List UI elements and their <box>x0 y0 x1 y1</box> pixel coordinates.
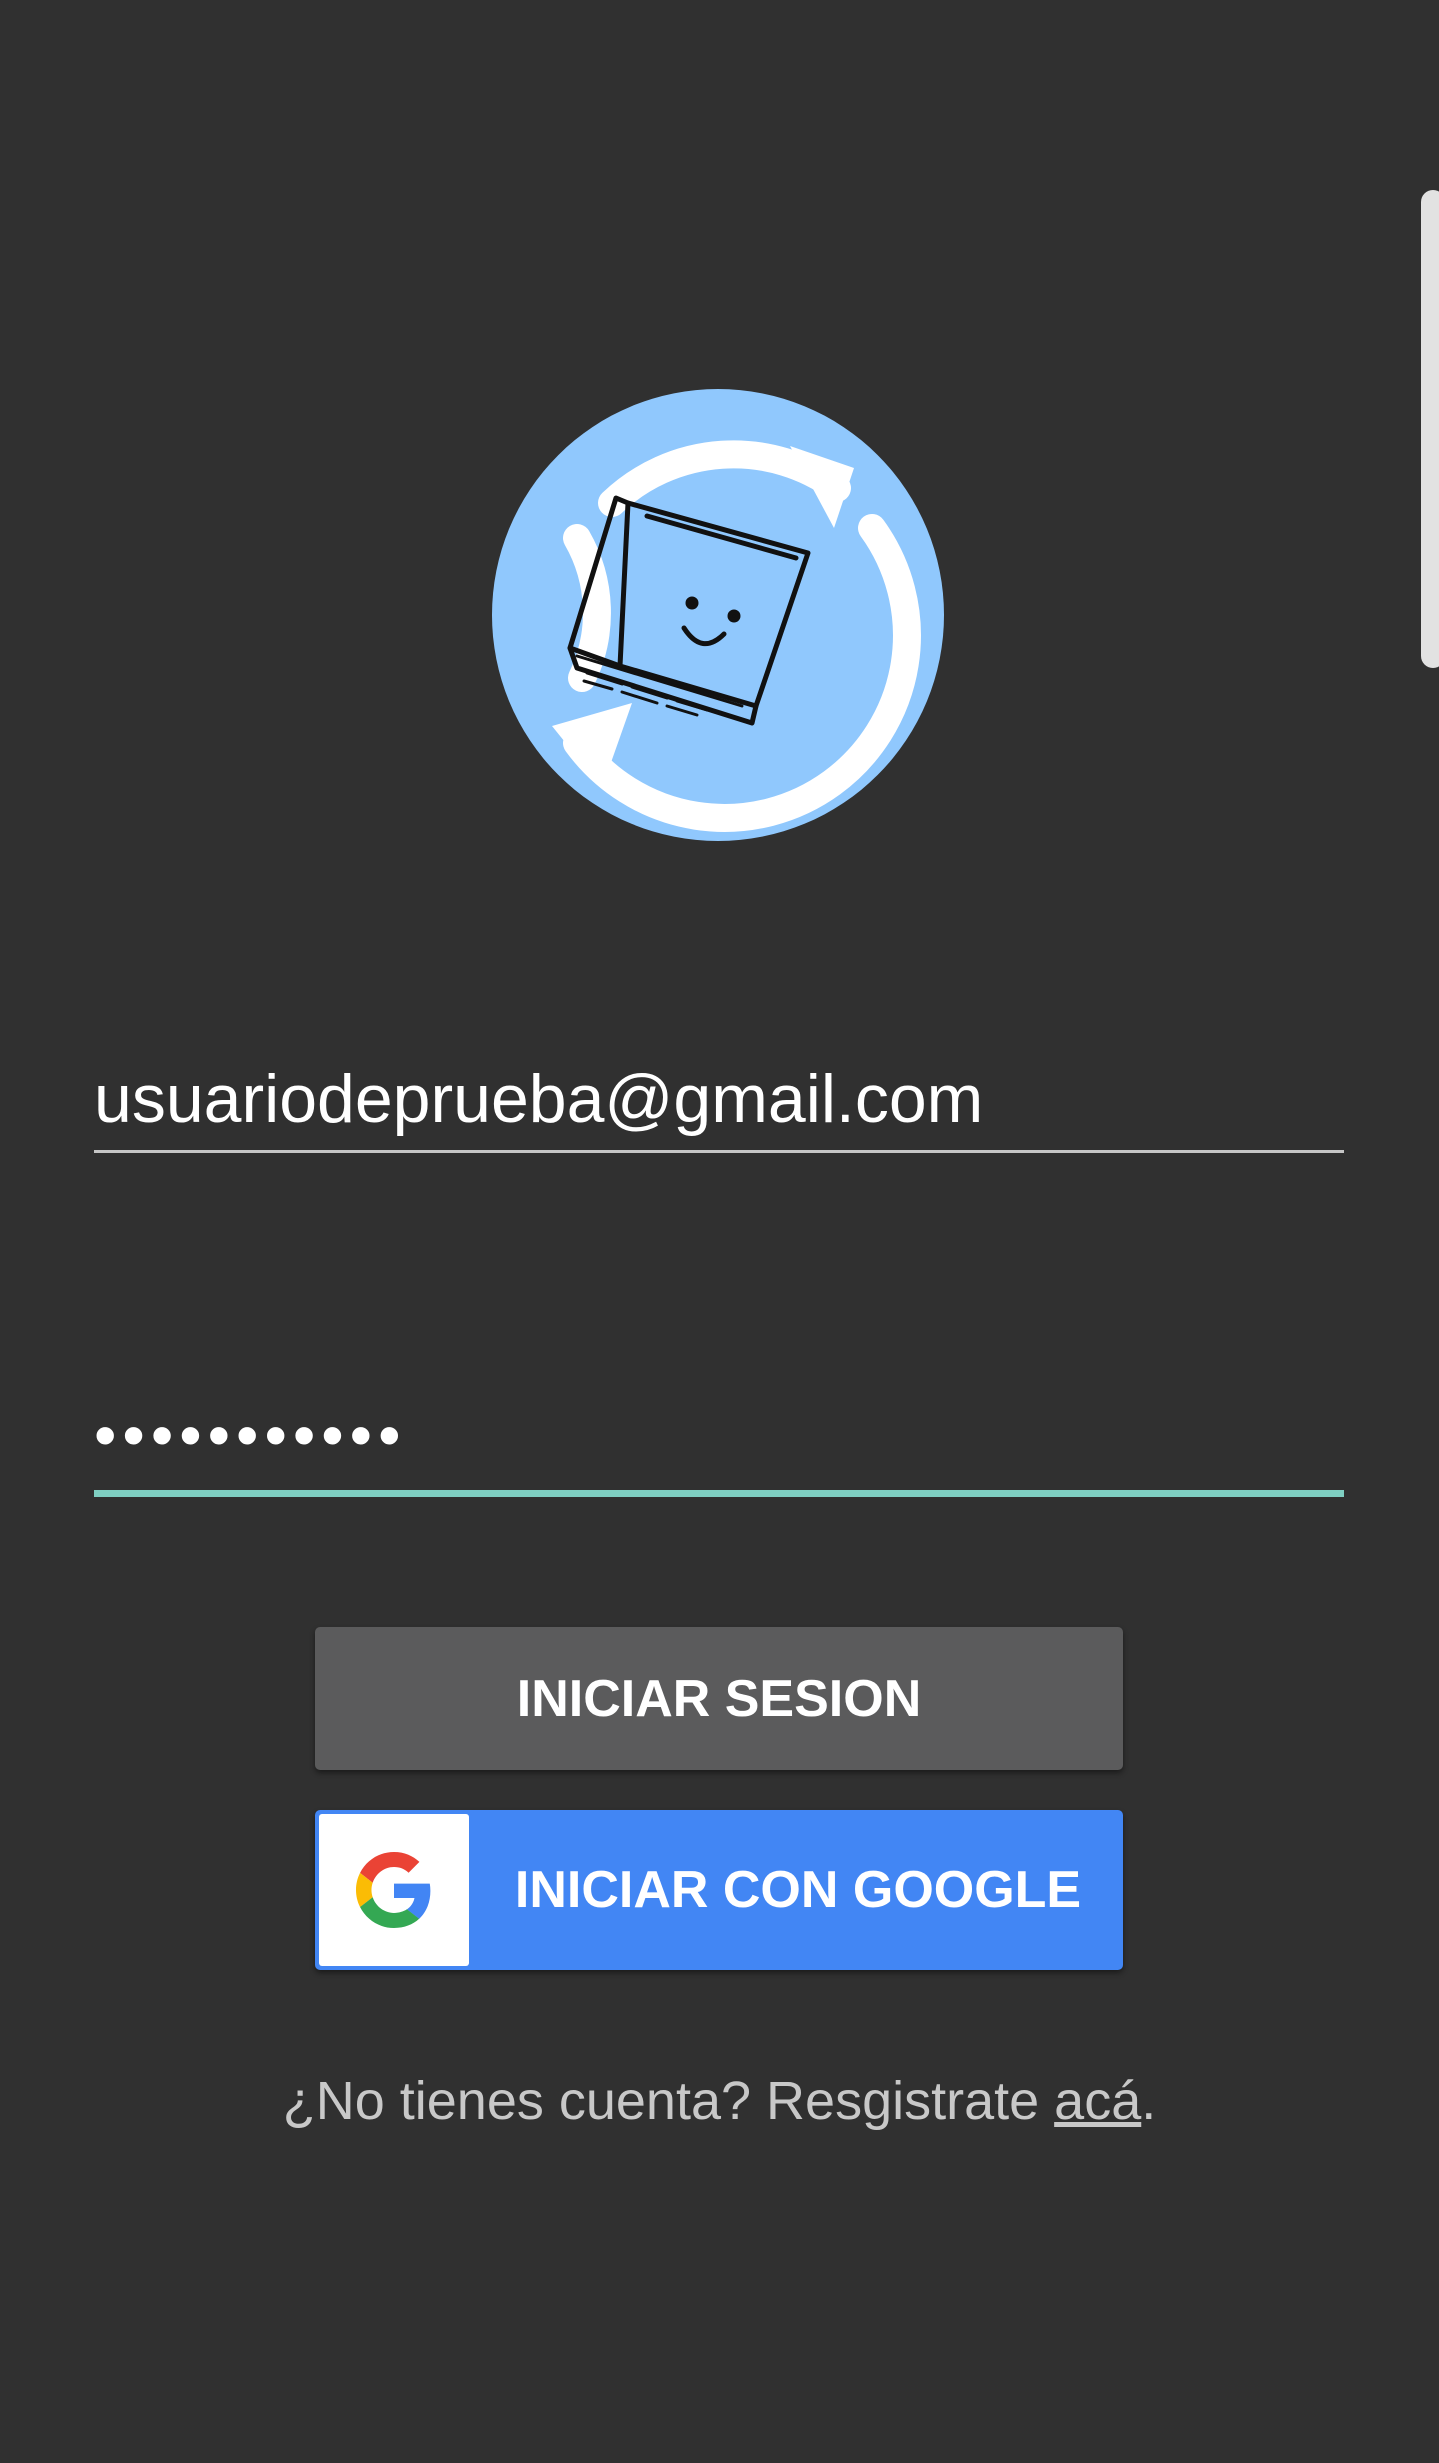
google-login-button[interactable]: INICIAR CON GOOGLE <box>315 1810 1123 1970</box>
book-sync-logo-icon <box>492 389 944 841</box>
register-prompt: ¿No tienes cuenta? Resgistrate acá. <box>0 2070 1439 2132</box>
google-button-label: INICIAR CON GOOGLE <box>514 1861 1082 1919</box>
register-suffix: . <box>1141 2071 1157 2131</box>
password-field[interactable] <box>94 1380 1344 1497</box>
login-button-label: INICIAR SESION <box>516 1669 922 1728</box>
app-logo <box>492 388 944 842</box>
register-text: ¿No tienes cuenta? Resgistrate <box>282 2071 1055 2131</box>
login-button[interactable]: INICIAR SESION <box>315 1627 1123 1770</box>
google-g-icon <box>356 1852 431 1928</box>
email-field[interactable] <box>94 1040 1344 1153</box>
register-link[interactable]: acá <box>1054 2071 1141 2131</box>
email-input[interactable] <box>94 1060 1344 1138</box>
google-icon-container <box>319 1814 469 1966</box>
password-input[interactable] <box>94 1398 1344 1472</box>
edge-panel-handle[interactable] <box>1421 190 1439 668</box>
